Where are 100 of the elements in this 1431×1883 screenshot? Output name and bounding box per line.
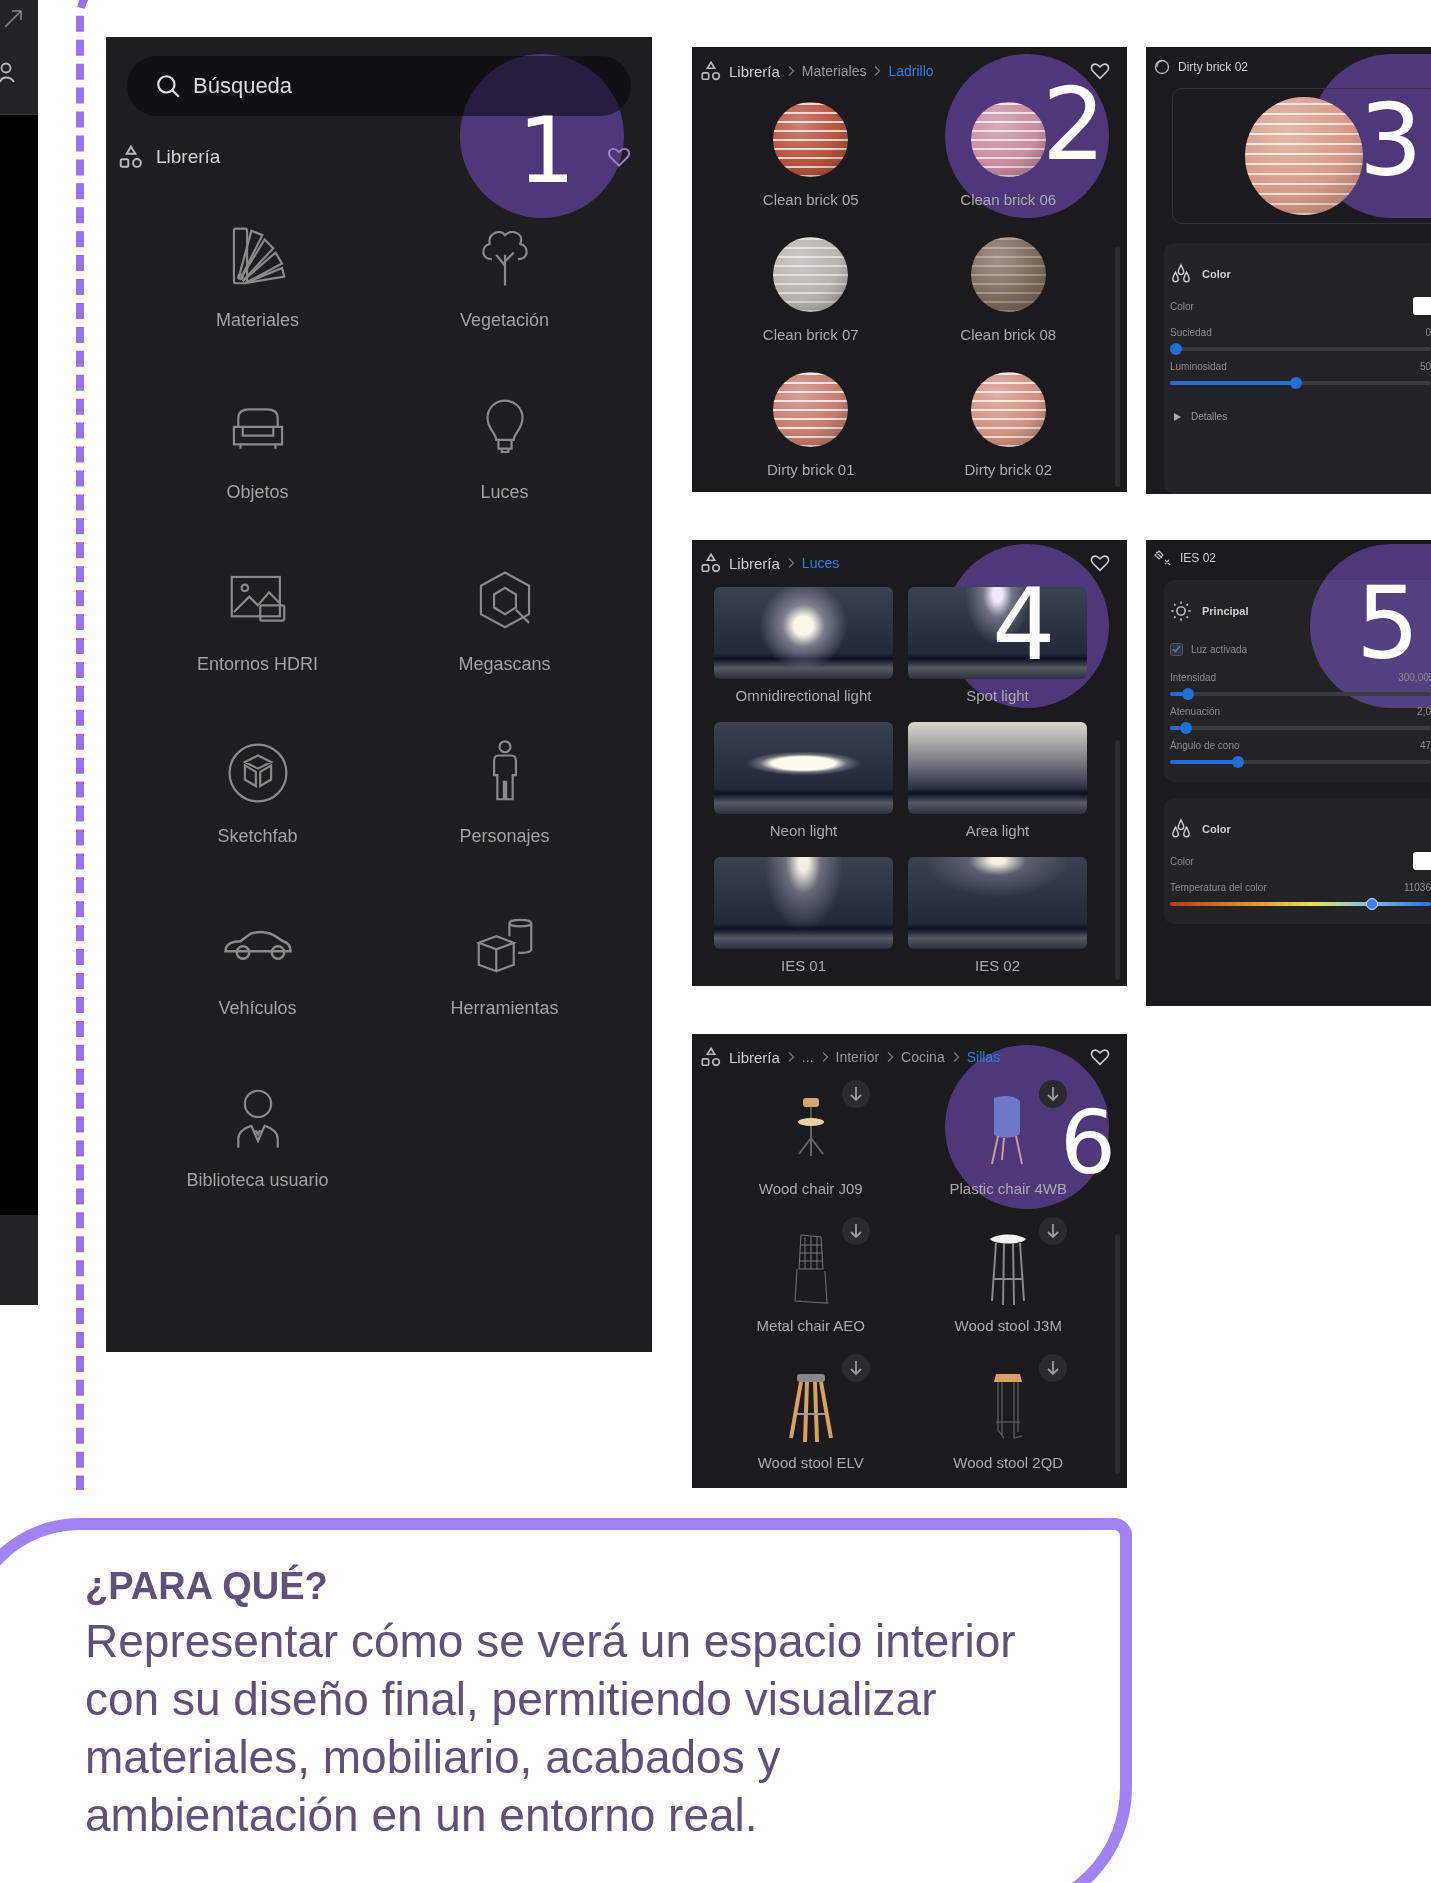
category-button[interactable]: Biblioteca usuario (134, 1050, 381, 1222)
download-icon[interactable] (841, 1080, 870, 1108)
light-preview-picture[interactable] (714, 857, 893, 949)
shapes-icon (118, 144, 144, 170)
chevron-icon (786, 557, 795, 569)
badge-number: 1 (518, 115, 576, 187)
slider-value: 0 (1425, 327, 1431, 338)
light-preview-picture[interactable] (908, 722, 1087, 814)
breadcrumb-link[interactable]: Librería (729, 62, 780, 80)
material-icon (1154, 59, 1170, 75)
heart-icon[interactable] (1089, 552, 1111, 574)
section-title: Color (1202, 268, 1231, 280)
breadcrumb-link[interactable]: Librería (729, 554, 780, 572)
category-button[interactable]: Vehículos (134, 878, 381, 1050)
download-icon[interactable] (1039, 1080, 1067, 1108)
model-name: Wood stool J3M (954, 1317, 1062, 1334)
light-preview-picture[interactable] (908, 587, 1087, 679)
heart-icon[interactable] (1089, 1046, 1111, 1068)
breadcrumb-link[interactable]: Cocina (901, 1049, 945, 1065)
download-icon[interactable] (1039, 1217, 1067, 1245)
breadcrumb-link[interactable]: Materiales (801, 63, 867, 79)
chevron-icon (886, 1051, 895, 1063)
badge-number: 6 (1060, 1108, 1116, 1179)
material-name: Dirty brick 01 (767, 461, 855, 478)
download-icon[interactable] (841, 1217, 870, 1245)
download-icon[interactable] (841, 1354, 870, 1382)
badge-number: 3 (1359, 101, 1423, 181)
material-name: Clean brick 05 (762, 191, 859, 208)
material-title: Dirty brick 02 (1178, 60, 1248, 74)
drops-icon (1170, 818, 1192, 840)
badge-number: 5 (1356, 584, 1420, 664)
search-icon (155, 73, 181, 99)
breadcrumb-link[interactable]: Sillas (966, 1049, 1001, 1065)
color-swatch[interactable] (1413, 852, 1431, 870)
triangle-icon (1174, 412, 1181, 421)
light-title: IES 02 (1180, 551, 1217, 565)
shapes-icon (700, 1046, 722, 1068)
category-button[interactable]: Personajes (381, 706, 628, 878)
model-name: Wood stool ELV (757, 1454, 864, 1471)
chevron-icon (786, 65, 795, 77)
breadcrumb-link[interactable]: Ladrillo (888, 63, 934, 79)
category-button[interactable]: Materiales (134, 190, 381, 362)
category-button[interactable]: Sketchfab (134, 706, 381, 878)
slider-thumb[interactable] (1170, 343, 1182, 355)
search-field[interactable]: Búsqueda (127, 56, 631, 116)
material-name: Clean brick 08 (960, 326, 1057, 343)
breadcrumb-link[interactable]: Luces (801, 555, 840, 571)
spotlight-icon (1154, 550, 1172, 566)
light-name: IES 02 (975, 957, 1020, 974)
category-button[interactable]: Luces (381, 362, 628, 534)
slider-thumb[interactable] (1289, 377, 1302, 389)
category-button[interactable]: Megascans (381, 534, 628, 706)
slider-label: Suciedad (1170, 327, 1212, 338)
color-swatch[interactable] (1413, 297, 1431, 315)
slider-label: Intensidad (1170, 672, 1217, 683)
drops-icon (1170, 263, 1192, 285)
slider-label: Temperatura del color (1170, 882, 1267, 893)
badge-number: 2 (1042, 85, 1106, 165)
checkbox-label: Luz activada (1191, 643, 1248, 655)
section-title: Principal (1202, 605, 1249, 617)
slider-thumb[interactable] (1365, 898, 1378, 910)
slider-value: 47 (1419, 740, 1431, 751)
section-title: Color (1202, 823, 1231, 835)
card-paragraph: Representar cómo se verá un espacio interior con su diseño final, permitiendo visualizar materiales, mobiliario, acabados y ambientación en un entorno real. (85, 1614, 1017, 1843)
details-toggle[interactable]: Detalles (1170, 411, 1421, 422)
breadcrumb-link[interactable]: Interior (835, 1049, 880, 1065)
chevron-icon (786, 1051, 795, 1063)
slider-thumb[interactable] (1181, 688, 1194, 700)
model-name: Wood chair J09 (758, 1180, 863, 1197)
light-name: Omnidirectional light (735, 687, 872, 704)
model-name: Metal chair AEO (756, 1317, 865, 1334)
checkbox[interactable] (1170, 642, 1183, 656)
download-icon[interactable] (1039, 1354, 1067, 1382)
category-button[interactable]: Objetos (134, 362, 381, 534)
material-name: Dirty brick 02 (964, 461, 1052, 478)
arrow-icon[interactable] (2, 8, 24, 30)
model-name: Wood stool 2QD (953, 1454, 1064, 1471)
light-preview-picture[interactable] (714, 587, 893, 679)
person-icon[interactable] (0, 62, 16, 84)
heart-icon[interactable] (1089, 60, 1111, 82)
shapes-icon (700, 552, 722, 574)
category-button[interactable]: Entornos HDRI (134, 534, 381, 706)
slider-label: Atenuación (1170, 706, 1221, 717)
category-button[interactable]: Vegetación (381, 190, 628, 362)
category-button[interactable]: Herramientas (381, 878, 628, 1050)
slider-value: 11036 (1403, 882, 1431, 893)
slider-thumb[interactable] (1179, 722, 1192, 734)
search-input[interactable]: Búsqueda (191, 72, 491, 100)
slider-value: 2,0 (1417, 706, 1431, 717)
field-label: Color (1170, 855, 1194, 867)
card-heading: ¿PARA QUÉ? (85, 1563, 329, 1609)
badge-number: 4 (992, 585, 1056, 665)
breadcrumb-link[interactable]: ... (801, 1049, 814, 1065)
chevron-icon (820, 1051, 829, 1063)
light-preview-picture[interactable] (714, 722, 893, 814)
light-preview-picture[interactable] (908, 857, 1087, 949)
field-label: Color (1170, 300, 1194, 312)
breadcrumb-link[interactable]: Librería (729, 1048, 780, 1066)
slider-thumb[interactable] (1232, 756, 1245, 768)
material-name: Clean brick 07 (762, 326, 859, 343)
